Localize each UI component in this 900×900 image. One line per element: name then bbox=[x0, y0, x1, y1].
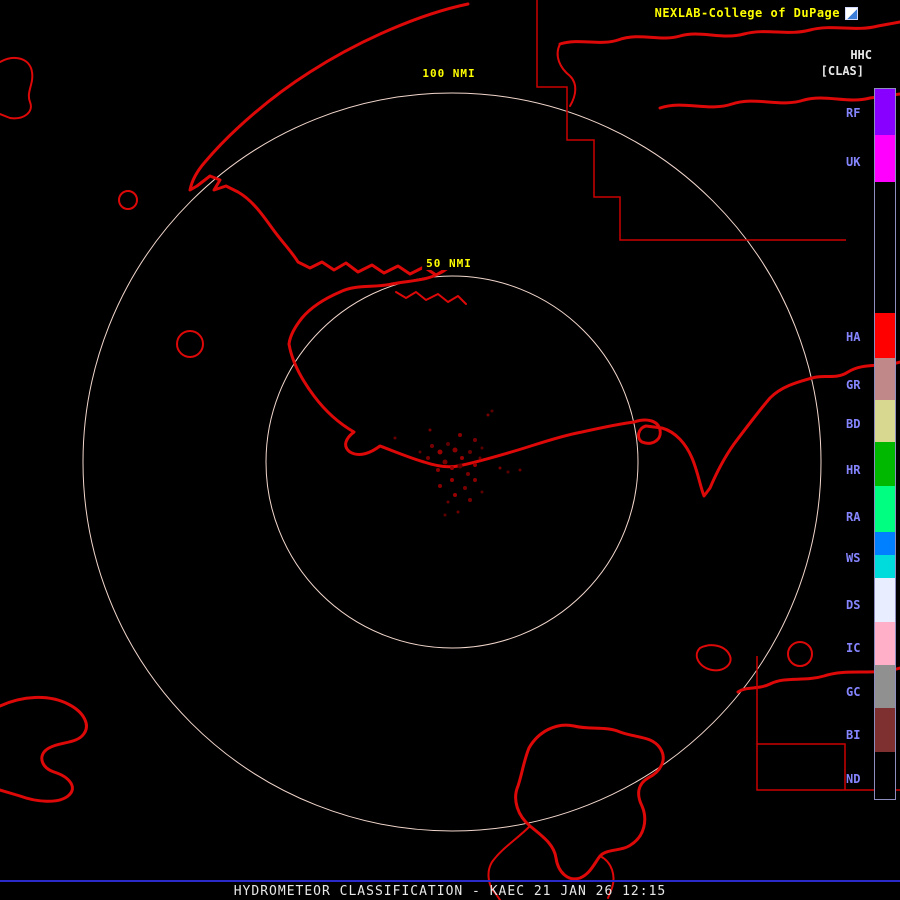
coastline-topright-upper bbox=[558, 20, 900, 46]
radar-echo-dot bbox=[468, 450, 472, 454]
legend-color-bar bbox=[874, 88, 896, 800]
legend-segment bbox=[875, 442, 895, 486]
legend-segment bbox=[875, 358, 895, 400]
radar-echo-dot bbox=[443, 513, 447, 517]
legend-segment bbox=[875, 135, 895, 182]
status-bar-text: HYDROMETEOR CLASSIFICATION - KAEC 21 JAN… bbox=[233, 884, 667, 899]
range-ring-100nmi bbox=[82, 92, 822, 832]
coastline-layer bbox=[0, 2, 900, 900]
boundary-topright bbox=[536, 0, 846, 241]
radar-echo-dot bbox=[453, 493, 457, 497]
legend-segment bbox=[875, 182, 895, 313]
radar-echo-dot bbox=[486, 413, 490, 417]
range-label-50nmi: 50 NMI bbox=[422, 257, 476, 270]
radar-echo-dot bbox=[460, 456, 464, 460]
coastline-bottomleft bbox=[0, 695, 88, 803]
radar-echo-dot bbox=[480, 446, 484, 450]
radar-echo-dot bbox=[473, 438, 477, 442]
legend-segment bbox=[875, 532, 895, 555]
radar-echo-dot bbox=[466, 472, 470, 476]
radar-echo-dot bbox=[473, 463, 477, 467]
lake-circle-1 bbox=[118, 190, 138, 210]
radar-echo-dot bbox=[450, 466, 454, 470]
status-divider-line bbox=[0, 880, 900, 882]
boundary-bottomright-2 bbox=[757, 743, 846, 790]
radar-map bbox=[0, 0, 900, 900]
radar-echo-dot bbox=[473, 478, 477, 482]
radar-echo-dot bbox=[446, 442, 450, 446]
legend-segment bbox=[875, 708, 895, 752]
radar-echo-dot bbox=[426, 456, 430, 460]
product-code-label: HHC bbox=[850, 48, 872, 62]
radar-echo-dot bbox=[428, 428, 432, 432]
radar-echo-dot bbox=[468, 498, 472, 502]
radar-echo-dot bbox=[506, 470, 510, 474]
radar-echo-dot bbox=[457, 463, 463, 469]
radar-echo-dot bbox=[436, 468, 440, 472]
radar-echo-dot bbox=[442, 459, 448, 465]
lake-circle-2 bbox=[176, 330, 204, 358]
radar-echo-dot bbox=[446, 500, 450, 504]
radar-echo-dot bbox=[518, 468, 522, 472]
coastline-island-south bbox=[514, 723, 665, 881]
radar-echo-dot bbox=[478, 456, 482, 460]
coastline-inlet bbox=[395, 291, 467, 305]
legend-segment bbox=[875, 313, 895, 358]
cod-logo-icon bbox=[845, 6, 858, 20]
range-rings bbox=[82, 92, 822, 832]
radar-echo-dot bbox=[450, 478, 454, 482]
coastline-topleft bbox=[0, 56, 34, 120]
radar-echo-dot bbox=[463, 486, 467, 490]
coastline-main bbox=[188, 2, 900, 498]
radar-echo-dot bbox=[452, 447, 458, 453]
lake-circle-3 bbox=[787, 641, 813, 667]
radar-echo-dot bbox=[498, 466, 502, 470]
legend-segment bbox=[875, 665, 895, 708]
legend-segment bbox=[875, 400, 895, 442]
radar-echo-dot bbox=[418, 450, 422, 454]
radar-echo-dot bbox=[393, 436, 397, 440]
header: NEXLAB-College of DuPage bbox=[655, 6, 858, 20]
range-label-100nmi: 100 NMI bbox=[418, 67, 480, 80]
page-title: NEXLAB-College of DuPage bbox=[654, 6, 840, 20]
legend-segment bbox=[875, 622, 895, 665]
radar-echo-dot bbox=[437, 449, 443, 455]
radar-echo-dot bbox=[480, 490, 484, 494]
legend-segment bbox=[875, 578, 895, 622]
radar-echo-dot bbox=[430, 444, 434, 448]
legend-segment bbox=[875, 752, 895, 799]
radar-echo-dot bbox=[438, 484, 442, 488]
radar-display: 100 NMI 50 NMI NEXLAB-College of DuPage … bbox=[0, 0, 900, 900]
island-small-right bbox=[695, 644, 732, 672]
legend-segment bbox=[875, 89, 895, 135]
radar-echo-dot bbox=[456, 510, 460, 514]
legend-segment bbox=[875, 486, 895, 532]
radar-echo-dot bbox=[458, 433, 462, 437]
radar-echo-dot bbox=[490, 409, 494, 413]
legend-segment bbox=[875, 555, 895, 578]
coastline-topright-lower bbox=[658, 92, 900, 110]
radar-echoes bbox=[393, 409, 522, 517]
product-mode-label: [CLAS] bbox=[820, 64, 864, 78]
range-ring-50nmi bbox=[265, 275, 639, 649]
